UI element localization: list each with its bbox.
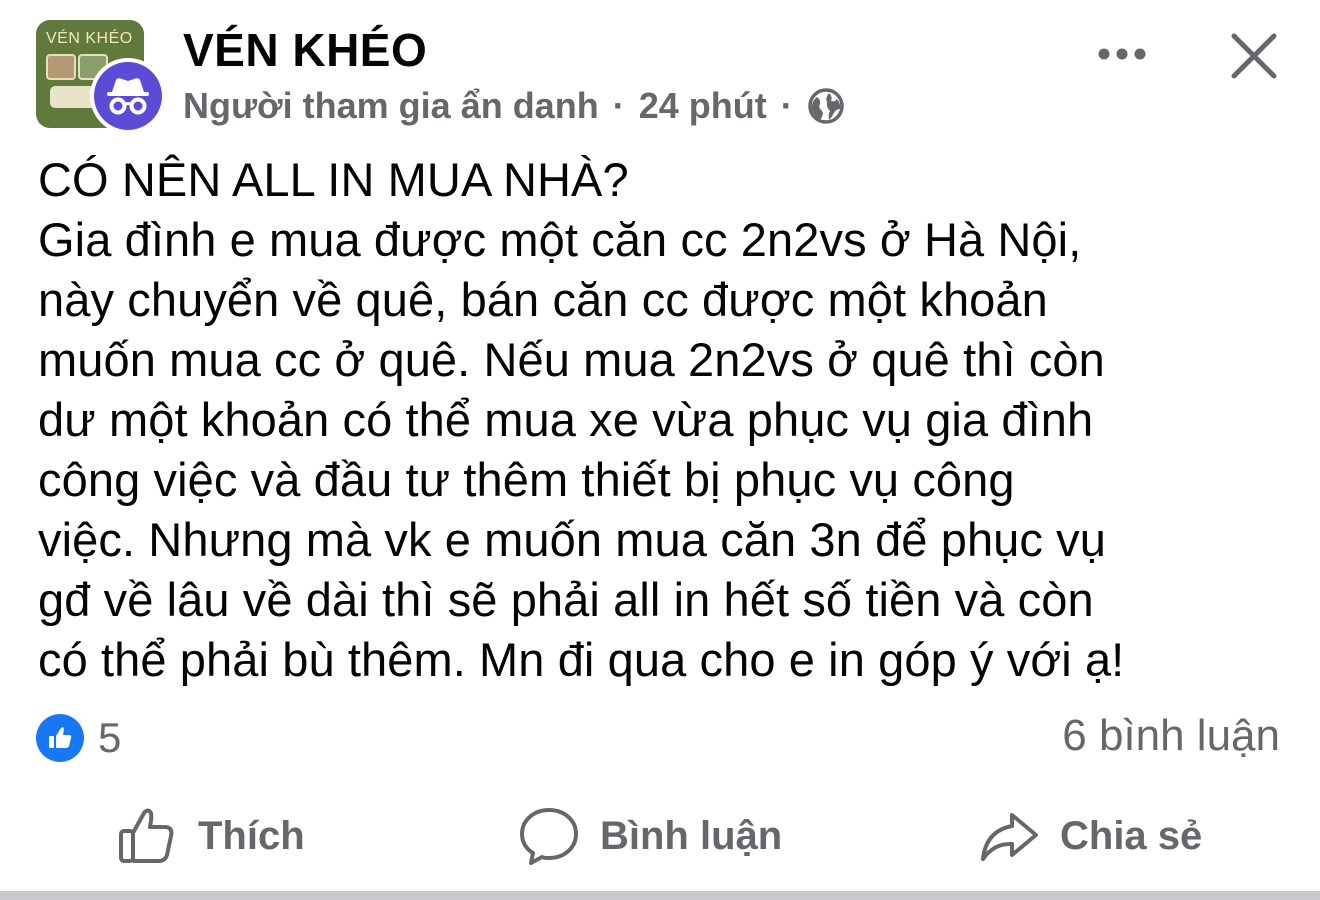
- post-time[interactable]: 24 phút: [639, 85, 767, 127]
- comment-label: Bình luận: [600, 813, 783, 858]
- globe-icon: [807, 87, 845, 125]
- group-avatar-photo: [46, 54, 76, 80]
- anonymous-avatar[interactable]: [90, 58, 166, 134]
- post-line: gđ về lâu về dài thì sẽ phải all in hết …: [38, 573, 1094, 626]
- post-line: công việc và đầu tư thêm thiết bị phục v…: [38, 453, 1015, 506]
- group-avatar-text: VÉN KHÉO: [46, 30, 133, 47]
- reaction-count: 5: [98, 714, 122, 761]
- more-dots-icon: [1098, 48, 1146, 60]
- incognito-icon: [94, 62, 162, 130]
- post-line: muốn mua cc ở quê. Nếu mua 2n2vs ở quê t…: [38, 333, 1105, 386]
- like-button[interactable]: Thích: [116, 796, 305, 876]
- comment-bubble-icon: [520, 808, 578, 865]
- thumbs-up-icon: [119, 808, 174, 863]
- meta-separator: ·: [612, 85, 625, 126]
- post-line: Gia đình e mua được một căn cc 2n2vs ở H…: [38, 213, 1082, 266]
- like-label: Thích: [198, 813, 305, 858]
- comment-button[interactable]: Bình luận: [518, 796, 782, 876]
- divider: [0, 891, 1320, 900]
- like-reaction-icon: [36, 714, 84, 762]
- post-line: này chuyển về quê, bán căn cc được một k…: [38, 273, 1048, 326]
- post-line: dư một khoản có thể mua xe vừa phục vụ g…: [38, 393, 1094, 446]
- close-button[interactable]: [1222, 24, 1286, 88]
- group-name[interactable]: VÉN KHÉO: [183, 22, 427, 78]
- share-arrow-icon: [981, 813, 1038, 861]
- author-name[interactable]: Người tham gia ẩn danh: [183, 85, 599, 127]
- post-line: có thể phải bù thêm. Mn đi qua cho e in …: [38, 633, 1125, 686]
- post-title: CÓ NÊN ALL IN MUA NHÀ?: [38, 153, 629, 206]
- action-bar: Thích Bình luận Chia sẻ: [0, 796, 1320, 876]
- meta-separator: ·: [780, 85, 793, 126]
- post-text: CÓ NÊN ALL IN MUA NHÀ? Gia đình e mua đư…: [38, 150, 1308, 690]
- close-icon: [1231, 33, 1277, 79]
- reaction-summary[interactable]: 5: [36, 712, 121, 764]
- more-options-button[interactable]: [1094, 30, 1150, 78]
- post-line: việc. Nhưng mà vk e muốn mua căn 3n để p…: [38, 513, 1107, 566]
- share-label: Chia sẻ: [1060, 813, 1203, 858]
- post-meta: Người tham gia ẩn danh · 24 phút ·: [183, 83, 845, 129]
- comment-count-link[interactable]: 6 bình luận: [1062, 708, 1280, 764]
- share-button[interactable]: Chia sẻ: [978, 796, 1202, 876]
